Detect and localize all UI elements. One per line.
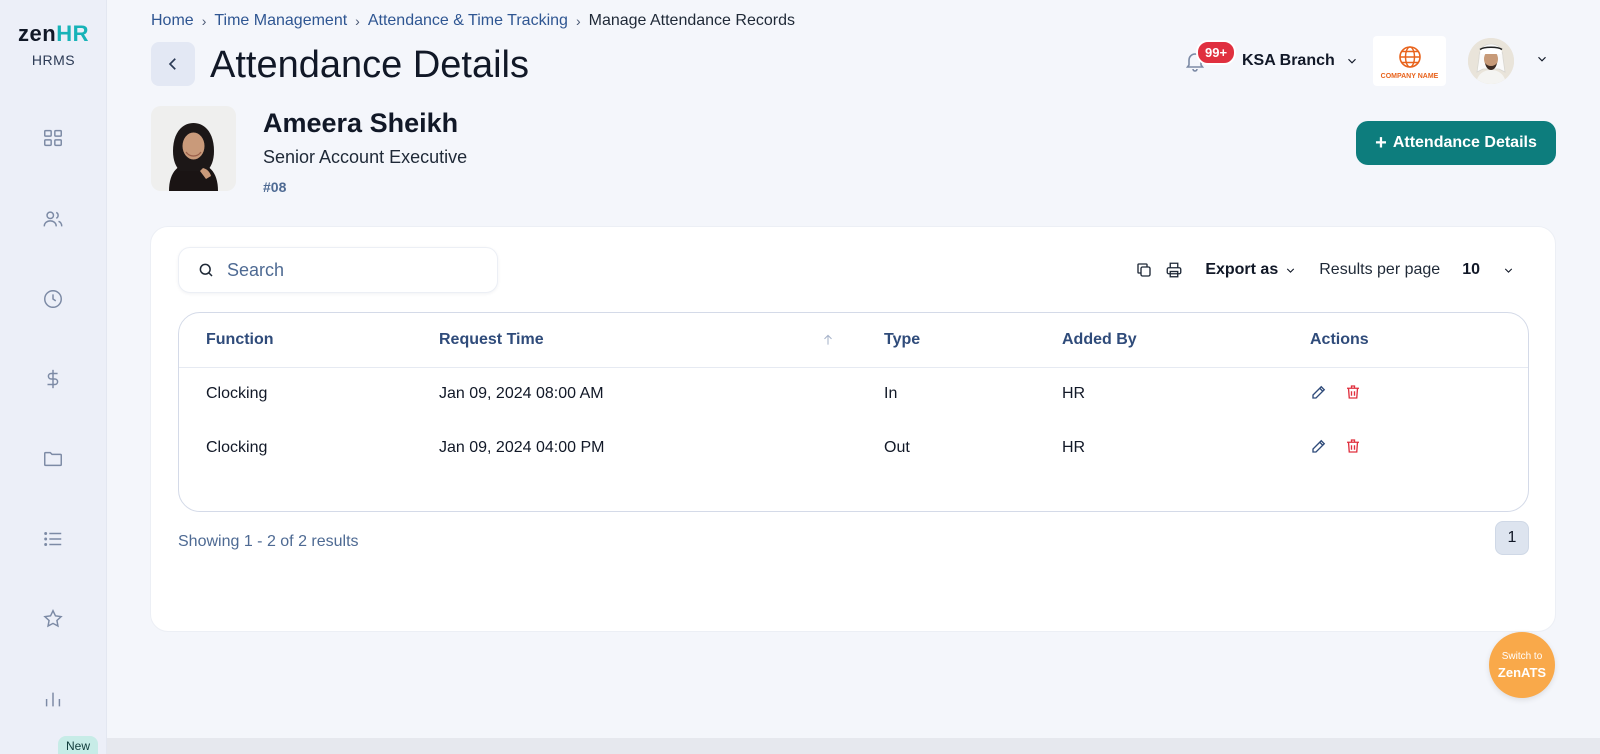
cell-request-time: Jan 09, 2024 08:00 AM bbox=[439, 385, 604, 403]
row-actions bbox=[1310, 383, 1362, 401]
breadcrumb: Home › Time Management › Attendance & Ti… bbox=[151, 12, 795, 30]
row-actions bbox=[1310, 437, 1362, 455]
results-per-page-select[interactable]: 10 bbox=[1462, 261, 1515, 279]
company-logo[interactable]: COMPANY NAME bbox=[1373, 36, 1446, 86]
cell-type: In bbox=[884, 385, 898, 403]
clock-icon[interactable] bbox=[40, 286, 66, 312]
cell-function: Clocking bbox=[206, 439, 268, 456]
app-root: zenHR HRMS New Home › Time Management › … bbox=[0, 0, 1600, 754]
breadcrumb-current: Manage Attendance Records bbox=[588, 12, 795, 29]
plus-icon: + bbox=[1375, 132, 1387, 154]
column-header-request-time[interactable]: Request Time bbox=[412, 313, 857, 368]
delete-icon[interactable] bbox=[1344, 437, 1362, 455]
chevron-down-icon bbox=[1287, 267, 1295, 273]
table-header-row: Function Request Time Type Added By Acti… bbox=[179, 313, 1528, 368]
list-icon[interactable] bbox=[40, 526, 66, 552]
cell-actions bbox=[1283, 367, 1528, 421]
user-avatar[interactable] bbox=[1468, 38, 1514, 84]
results-per-page-value: 10 bbox=[1462, 261, 1480, 278]
chevron-right-icon: › bbox=[201, 13, 207, 29]
switch-ats-line2: ZenATS bbox=[1497, 664, 1547, 680]
chevron-down-icon bbox=[1504, 267, 1513, 273]
notification-count-badge[interactable]: 99+ bbox=[1196, 40, 1237, 65]
column-header-type[interactable]: Type bbox=[857, 313, 1035, 368]
breadcrumb-attendance-tracking[interactable]: Attendance & Time Tracking bbox=[368, 12, 568, 30]
cell-actions bbox=[1283, 421, 1528, 475]
search-icon bbox=[199, 263, 213, 277]
dashboard-icon[interactable] bbox=[40, 125, 66, 151]
breadcrumb-time-management[interactable]: Time Management bbox=[214, 12, 347, 30]
sidebar: zenHR HRMS New bbox=[0, 0, 107, 754]
sort-arrow-up-icon[interactable] bbox=[821, 333, 835, 347]
switch-ats-line1: Switch to bbox=[1501, 650, 1543, 662]
table-row: Clocking Jan 09, 2024 08:00 AM In HR bbox=[179, 367, 1528, 421]
employee-name: Ameera Sheikh bbox=[263, 108, 459, 138]
cell-type: Out bbox=[884, 439, 910, 456]
branch-selector[interactable]: KSA Branch bbox=[1242, 52, 1359, 70]
chevron-left-icon bbox=[168, 58, 176, 70]
add-attendance-details-button[interactable]: + Attendance Details bbox=[1356, 121, 1556, 165]
edit-icon[interactable] bbox=[1310, 437, 1328, 455]
table-row: Clocking Jan 09, 2024 04:00 PM Out HR bbox=[179, 421, 1528, 475]
cell-added-by: HR bbox=[1062, 385, 1086, 403]
back-button[interactable] bbox=[151, 42, 195, 86]
bottom-scrollbar[interactable] bbox=[107, 738, 1600, 754]
chevron-right-icon: › bbox=[575, 13, 581, 29]
people-icon[interactable] bbox=[40, 206, 66, 232]
column-header-actions: Actions bbox=[1283, 313, 1528, 368]
delete-icon[interactable] bbox=[1344, 383, 1362, 401]
results-summary: Showing 1 - 2 of 2 results bbox=[178, 533, 359, 550]
employee-role: Senior Account Executive bbox=[263, 147, 468, 167]
logo-zen: zen bbox=[18, 21, 57, 46]
search-input[interactable] bbox=[227, 259, 477, 281]
cell-function: Clocking bbox=[206, 385, 268, 403]
column-header-added-by[interactable]: Added By bbox=[1035, 313, 1283, 368]
column-header-request-time-label: Request Time bbox=[439, 330, 544, 348]
edit-icon[interactable] bbox=[1310, 383, 1328, 401]
column-header-function[interactable]: Function bbox=[179, 313, 412, 368]
branch-label: KSA Branch bbox=[1242, 52, 1335, 69]
employee-photo bbox=[151, 106, 236, 191]
results-per-page-label: Results per page bbox=[1319, 261, 1441, 278]
cell-request-time: Jan 09, 2024 04:00 PM bbox=[439, 439, 605, 456]
chevron-down-icon bbox=[1538, 56, 1546, 62]
star-icon[interactable] bbox=[40, 606, 66, 632]
switch-to-zenats-button[interactable]: Switch to ZenATS bbox=[1489, 632, 1555, 698]
search-box[interactable] bbox=[178, 247, 498, 293]
add-button-label: Attendance Details bbox=[1392, 134, 1537, 151]
table-toolbar: Export as Results per page 10 bbox=[1133, 259, 1515, 281]
company-name: COMPANY NAME bbox=[1380, 72, 1439, 80]
page-title: Attendance Details bbox=[210, 44, 529, 86]
globe-icon bbox=[1398, 45, 1421, 68]
copy-icon[interactable] bbox=[1133, 259, 1155, 281]
breadcrumb-home[interactable]: Home bbox=[151, 12, 194, 30]
chevron-right-icon: › bbox=[355, 13, 360, 29]
bar-chart-icon[interactable] bbox=[40, 686, 66, 712]
attendance-table-container: Function Request Time Type Added By Acti… bbox=[178, 312, 1529, 512]
employee-id: #08 bbox=[263, 179, 287, 195]
pagination-page-1[interactable]: 1 bbox=[1495, 521, 1529, 555]
chevron-down-icon bbox=[1347, 58, 1356, 64]
zenhr-logo[interactable]: zenHR HRMS bbox=[0, 22, 107, 69]
export-label: Export as bbox=[1205, 261, 1279, 278]
export-dropdown[interactable]: Export as bbox=[1205, 261, 1297, 279]
logo-subtitle: HRMS bbox=[31, 52, 76, 68]
new-badge[interactable]: New bbox=[58, 736, 99, 754]
cell-added-by: HR bbox=[1062, 439, 1086, 456]
user-menu-chevron[interactable] bbox=[1525, 52, 1549, 71]
print-icon[interactable] bbox=[1163, 259, 1185, 281]
attendance-table: Function Request Time Type Added By Acti… bbox=[179, 313, 1528, 475]
logo-wordmark: zenHR bbox=[0, 22, 107, 46]
attendance-panel: Export as Results per page 10 Function R… bbox=[150, 226, 1556, 632]
folder-icon[interactable] bbox=[40, 446, 66, 472]
logo-hr: HR bbox=[56, 21, 89, 46]
dollar-icon[interactable] bbox=[40, 366, 66, 392]
